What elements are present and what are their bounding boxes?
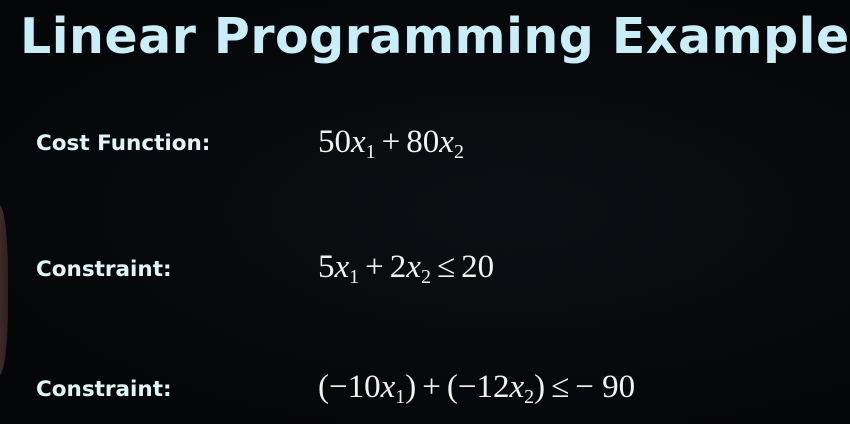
term: (−10 — [318, 369, 381, 405]
subscript: 2 — [524, 386, 535, 408]
subscript: 1 — [365, 141, 376, 163]
constraint-1-equation: 5x1 +2x2 ≤20 — [318, 249, 495, 288]
subscript: 2 — [420, 266, 431, 288]
term: 20 — [461, 249, 495, 285]
variable: x — [380, 369, 396, 405]
cost-function-equation: 50x1 +80x2 — [318, 124, 464, 163]
term: − 90 — [575, 369, 636, 405]
constraint-2-equation: (−10x1) + (−12x2) ≤ − 90 — [318, 369, 636, 408]
term: 80 — [406, 124, 440, 160]
subscript: 2 — [453, 141, 464, 163]
variable: x — [509, 369, 525, 405]
subscript: 1 — [349, 266, 360, 288]
variable: x — [334, 249, 350, 285]
operator: ≤ — [551, 369, 570, 405]
operator: ≤ — [436, 249, 456, 285]
constraint-1-label: Constraint: — [36, 257, 172, 282]
term: 50 — [318, 124, 351, 160]
variable: x — [351, 124, 366, 160]
variable: x — [406, 249, 421, 285]
operator: + — [381, 124, 401, 160]
operator: + — [365, 249, 384, 285]
operator: + — [422, 369, 441, 405]
slide-title: Linear Programming Example — [20, 8, 850, 65]
term: (−12 — [446, 369, 510, 405]
term: ) — [405, 369, 417, 405]
term: 5 — [318, 249, 335, 285]
cost-function-label: Cost Function: — [36, 131, 211, 156]
term: 2 — [389, 249, 407, 285]
constraint-2-label: Constraint: — [36, 377, 172, 402]
variable: x — [439, 124, 454, 160]
term: ) — [534, 369, 546, 405]
subscript: 1 — [395, 386, 406, 408]
